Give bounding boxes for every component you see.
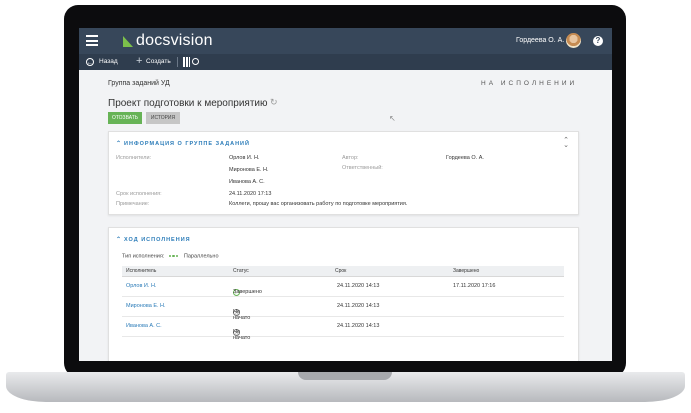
refresh-icon[interactable]: ↻ [270,97,278,108]
help-icon[interactable]: ? [593,36,603,46]
plus-icon[interactable]: + [136,55,142,67]
user-name[interactable]: Гордеева О. А. [516,37,564,44]
column-completed[interactable]: Завершено [453,268,479,274]
due-label: Срок исполнения: [116,191,162,197]
status-text: Завершено [233,289,262,295]
execution-type-label: Тип исполнения: [122,253,165,260]
executor-link[interactable]: Иванова А. С. [126,323,162,329]
back-icon[interactable]: ← [86,58,94,66]
column-due[interactable]: Срок [335,268,346,274]
app-screen: docsvision Гордеева О. А. ? ← Назад + Со… [79,28,612,361]
due-cell: 24.11.2020 14:13 [337,283,380,289]
top-header: docsvision Гордеева О. А. ? [79,28,612,54]
recall-button[interactable]: ОТОЗВАТЬ [108,112,142,124]
toolbar: ← Назад + Создать [79,54,612,70]
execution-type-row: Тип исполнения: Параллельно [122,253,219,259]
responsible-label: Ответственный: [342,165,383,171]
group-title: Группа заданий УД [108,80,170,87]
create-button[interactable]: Создать [146,58,171,65]
author-label: Автор: [342,155,359,161]
due-cell: 24.11.2020 14:13 [337,323,380,329]
toolbar-divider [177,57,178,67]
mouse-cursor-icon: ↖ [389,114,396,123]
executor-link[interactable]: Орлов И. Н. [126,283,156,289]
column-executor[interactable]: Исполнитель [126,268,156,274]
note-value: Коллеги, прошу вас организовать работу п… [229,201,408,207]
info-card: ⌃ ИНФОРМАЦИЯ О ГРУППЕ ЗАДАНИЙ ⌃ ⌄ Исполнит… [108,131,579,215]
table-header: Исполнитель Статус Срок Завершено [122,266,564,277]
progress-section-header[interactable]: ⌃ ХОД ИСПОЛНЕНИЯ [116,236,191,243]
status-label: НА ИСПОЛНЕНИИ [481,80,578,87]
main-content: Группа заданий УД НА ИСПОЛНЕНИИ Проект п… [79,70,612,361]
logo-mark-icon [123,36,133,47]
table-row[interactable]: Миронова Е. Н. ◷ Не начато 24.11.2020 14:… [122,297,564,321]
info-section-title: ИНФОРМАЦИЯ О ГРУППЕ ЗАДАНИЙ [124,141,250,147]
progress-card: ⌃ ХОД ИСПОЛНЕНИЯ Тип исполнения: Параллел… [108,227,579,361]
back-button[interactable]: Назад [99,58,118,65]
barcode-search-icon[interactable] [183,57,199,67]
collapse-icon[interactable]: ⌃ ⌄ [563,137,569,149]
executor-1: Орлов И. Н. [229,155,260,161]
table-row[interactable]: Иванова А. С. ◷ Не начато 24.11.2020 14:1… [122,317,564,341]
due-value: 24.11.2020 17:13 [229,191,272,197]
executor-3: Иванова А. С. [229,179,265,185]
avatar[interactable] [566,33,581,48]
chevron-up-icon: ⌃ [116,141,123,147]
app-logo: docsvision [136,32,213,49]
menu-icon[interactable] [86,35,98,46]
chevron-up-icon: ⌃ [116,237,123,243]
history-button[interactable]: ИСТОРИЯ [146,112,180,124]
note-label: Примечание: [116,201,150,207]
executors-label: Исполнители: [116,155,152,161]
executor-link[interactable]: Миронова Е. Н. [126,303,166,309]
page-title: Проект подготовки к мероприятию [108,98,268,109]
status-text: Не начато [233,329,251,341]
execution-type-value: Параллельно [183,253,219,260]
laptop-notch [298,372,392,380]
info-section-header[interactable]: ⌃ ИНФОРМАЦИЯ О ГРУППЕ ЗАДАНИЙ [116,140,250,147]
table-row[interactable]: Орлов И. Н. ✓ Завершено 24.11.2020 14:13 … [122,277,564,297]
parallel-icon [168,253,180,259]
due-cell: 24.11.2020 14:13 [337,303,380,309]
column-status[interactable]: Статус [233,268,249,274]
author-value: Гордеева О. А. [446,155,484,161]
completed-cell: 17.11.2020 17:16 [453,283,496,289]
executor-2: Миронова Е. Н. [229,167,269,173]
progress-section-title: ХОД ИСПОЛНЕНИЯ [124,237,191,243]
